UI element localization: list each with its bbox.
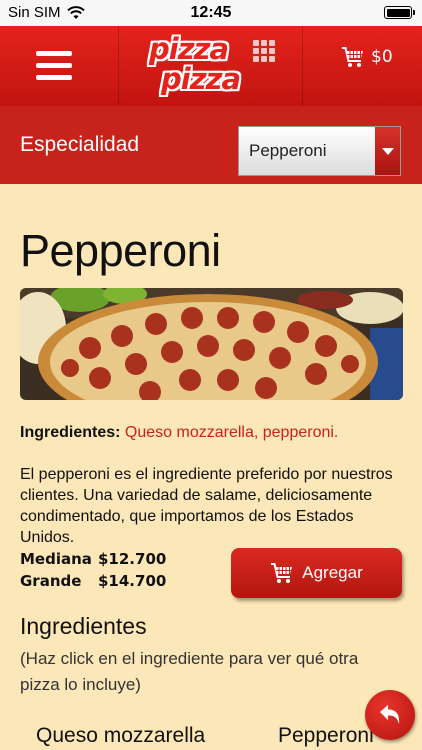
logo-line-2: pizza [161,62,241,96]
price-list: Mediana $12.700 Grande $14.700 [20,548,166,592]
logo-line-1: pizza [149,32,229,66]
battery-icon [384,6,415,19]
ingredient-link-pepperoni[interactable]: Pepperoni [278,724,374,748]
pizza-image [20,288,403,400]
logo-cell: pizza pizza [119,26,303,106]
hamburger-menu-icon[interactable] [36,51,72,81]
add-button-label: Agregar [302,563,363,582]
specialty-select-value: Pepperoni [249,141,327,160]
ingredients-label: Ingredientes: [20,424,121,441]
ingredient-link-queso-mozzarella[interactable]: Queso mozzarella [36,724,205,748]
logo-grid-icon [253,40,275,62]
pizza-description: El pepperoni es el ingrediente preferido… [20,466,393,546]
price-row: Grande $14.700 [20,570,166,592]
app-header: pizza pizza $0 [0,26,422,106]
cart-total: $0 [371,47,393,67]
status-time: 12:45 [190,4,232,21]
chevron-down-icon [382,148,394,155]
undo-arrow-icon [380,705,400,724]
price-size-label: Grande [20,572,82,590]
ingredients-line: Ingredientes: Queso mozzarella, pepperon… [20,424,410,442]
menu-cell [0,26,119,106]
pizza-pizza-logo[interactable]: pizza pizza [147,32,279,100]
cart-cell: $0 [303,26,422,106]
ingredients-value: Queso mozzarella, pepperoni. [124,424,339,441]
back-button[interactable] [365,690,415,740]
price-size-label: Mediana [20,550,92,568]
ingredients-section-title: Ingredientes [20,613,147,639]
specialty-select[interactable]: Pepperoni [238,126,401,176]
specialty-bar: Especialidad Pepperoni [0,106,422,184]
specialty-label: Especialidad [20,133,140,156]
price-value: $14.700 [98,572,167,590]
ingredients-hint: (Haz click en el ingrediente para ver qu… [20,649,359,694]
select-arrow-button[interactable] [375,127,400,175]
price-value: $12.700 [98,550,167,568]
add-to-cart-button[interactable]: Agregar [231,548,402,598]
pizza-title: Pepperoni [20,225,221,276]
cart-icon [342,47,363,67]
status-bar: Sin SIM 12:45 [0,0,422,26]
cart-button[interactable]: $0 [341,46,393,68]
cart-icon [271,563,293,583]
price-row: Mediana $12.700 [20,548,166,570]
